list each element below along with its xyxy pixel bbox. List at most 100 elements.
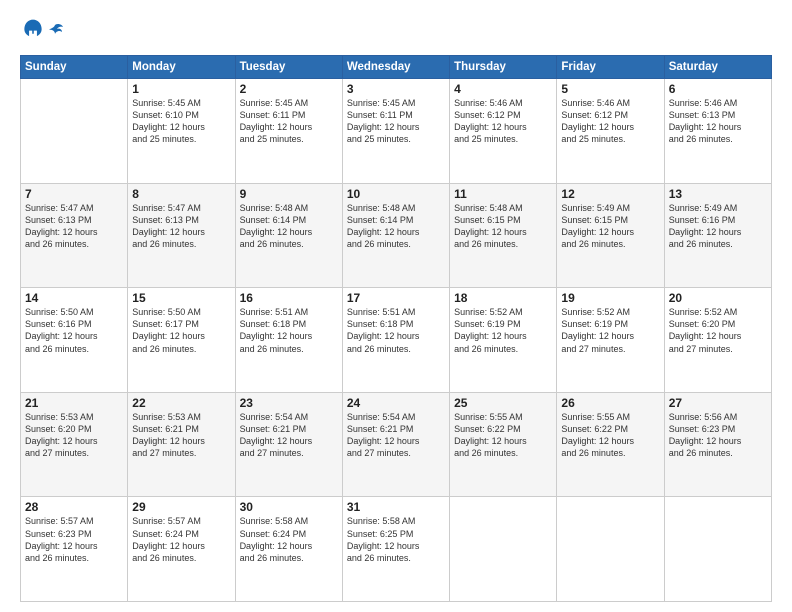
calendar-cell: 24Sunrise: 5:54 AM Sunset: 6:21 PM Dayli… <box>342 392 449 497</box>
calendar-cell: 3Sunrise: 5:45 AM Sunset: 6:11 PM Daylig… <box>342 79 449 184</box>
weekday-header-tuesday: Tuesday <box>235 56 342 79</box>
day-number: 7 <box>25 187 123 201</box>
day-number: 9 <box>240 187 338 201</box>
calendar-cell: 5Sunrise: 5:46 AM Sunset: 6:12 PM Daylig… <box>557 79 664 184</box>
calendar-cell: 15Sunrise: 5:50 AM Sunset: 6:17 PM Dayli… <box>128 288 235 393</box>
day-number: 29 <box>132 500 230 514</box>
calendar-week-3: 14Sunrise: 5:50 AM Sunset: 6:16 PM Dayli… <box>21 288 772 393</box>
calendar-cell: 9Sunrise: 5:48 AM Sunset: 6:14 PM Daylig… <box>235 183 342 288</box>
cell-info: Sunrise: 5:50 AM Sunset: 6:17 PM Dayligh… <box>132 306 230 355</box>
header <box>20 18 772 45</box>
calendar-week-1: 1Sunrise: 5:45 AM Sunset: 6:10 PM Daylig… <box>21 79 772 184</box>
cell-info: Sunrise: 5:54 AM Sunset: 6:21 PM Dayligh… <box>347 411 445 460</box>
weekday-header-monday: Monday <box>128 56 235 79</box>
day-number: 25 <box>454 396 552 410</box>
calendar-week-2: 7Sunrise: 5:47 AM Sunset: 6:13 PM Daylig… <box>21 183 772 288</box>
day-number: 8 <box>132 187 230 201</box>
day-number: 22 <box>132 396 230 410</box>
calendar-cell: 16Sunrise: 5:51 AM Sunset: 6:18 PM Dayli… <box>235 288 342 393</box>
calendar-cell: 21Sunrise: 5:53 AM Sunset: 6:20 PM Dayli… <box>21 392 128 497</box>
calendar-cell: 19Sunrise: 5:52 AM Sunset: 6:19 PM Dayli… <box>557 288 664 393</box>
calendar-cell: 17Sunrise: 5:51 AM Sunset: 6:18 PM Dayli… <box>342 288 449 393</box>
calendar-cell: 25Sunrise: 5:55 AM Sunset: 6:22 PM Dayli… <box>450 392 557 497</box>
cell-info: Sunrise: 5:48 AM Sunset: 6:14 PM Dayligh… <box>240 202 338 251</box>
cell-info: Sunrise: 5:57 AM Sunset: 6:24 PM Dayligh… <box>132 515 230 564</box>
cell-info: Sunrise: 5:52 AM Sunset: 6:19 PM Dayligh… <box>454 306 552 355</box>
cell-info: Sunrise: 5:45 AM Sunset: 6:10 PM Dayligh… <box>132 97 230 146</box>
day-number: 19 <box>561 291 659 305</box>
calendar-cell <box>21 79 128 184</box>
cell-info: Sunrise: 5:57 AM Sunset: 6:23 PM Dayligh… <box>25 515 123 564</box>
cell-info: Sunrise: 5:51 AM Sunset: 6:18 PM Dayligh… <box>240 306 338 355</box>
calendar-cell: 6Sunrise: 5:46 AM Sunset: 6:13 PM Daylig… <box>664 79 771 184</box>
calendar-cell: 31Sunrise: 5:58 AM Sunset: 6:25 PM Dayli… <box>342 497 449 602</box>
cell-info: Sunrise: 5:52 AM Sunset: 6:19 PM Dayligh… <box>561 306 659 355</box>
cell-info: Sunrise: 5:53 AM Sunset: 6:20 PM Dayligh… <box>25 411 123 460</box>
day-number: 16 <box>240 291 338 305</box>
calendar-cell: 7Sunrise: 5:47 AM Sunset: 6:13 PM Daylig… <box>21 183 128 288</box>
weekday-header-saturday: Saturday <box>664 56 771 79</box>
day-number: 17 <box>347 291 445 305</box>
cell-info: Sunrise: 5:53 AM Sunset: 6:21 PM Dayligh… <box>132 411 230 460</box>
calendar-cell <box>557 497 664 602</box>
day-number: 31 <box>347 500 445 514</box>
day-number: 24 <box>347 396 445 410</box>
cell-info: Sunrise: 5:47 AM Sunset: 6:13 PM Dayligh… <box>25 202 123 251</box>
cell-info: Sunrise: 5:47 AM Sunset: 6:13 PM Dayligh… <box>132 202 230 251</box>
day-number: 26 <box>561 396 659 410</box>
cell-info: Sunrise: 5:54 AM Sunset: 6:21 PM Dayligh… <box>240 411 338 460</box>
day-number: 3 <box>347 82 445 96</box>
cell-info: Sunrise: 5:50 AM Sunset: 6:16 PM Dayligh… <box>25 306 123 355</box>
calendar-cell: 28Sunrise: 5:57 AM Sunset: 6:23 PM Dayli… <box>21 497 128 602</box>
day-number: 10 <box>347 187 445 201</box>
cell-info: Sunrise: 5:46 AM Sunset: 6:13 PM Dayligh… <box>669 97 767 146</box>
cell-info: Sunrise: 5:56 AM Sunset: 6:23 PM Dayligh… <box>669 411 767 460</box>
cell-info: Sunrise: 5:49 AM Sunset: 6:15 PM Dayligh… <box>561 202 659 251</box>
day-number: 6 <box>669 82 767 96</box>
day-number: 30 <box>240 500 338 514</box>
day-number: 11 <box>454 187 552 201</box>
calendar-cell: 10Sunrise: 5:48 AM Sunset: 6:14 PM Dayli… <box>342 183 449 288</box>
calendar-cell: 4Sunrise: 5:46 AM Sunset: 6:12 PM Daylig… <box>450 79 557 184</box>
cell-info: Sunrise: 5:58 AM Sunset: 6:25 PM Dayligh… <box>347 515 445 564</box>
calendar-cell: 20Sunrise: 5:52 AM Sunset: 6:20 PM Dayli… <box>664 288 771 393</box>
day-number: 28 <box>25 500 123 514</box>
calendar-cell: 27Sunrise: 5:56 AM Sunset: 6:23 PM Dayli… <box>664 392 771 497</box>
calendar-cell: 1Sunrise: 5:45 AM Sunset: 6:10 PM Daylig… <box>128 79 235 184</box>
cell-info: Sunrise: 5:55 AM Sunset: 6:22 PM Dayligh… <box>561 411 659 460</box>
day-number: 13 <box>669 187 767 201</box>
calendar-cell: 14Sunrise: 5:50 AM Sunset: 6:16 PM Dayli… <box>21 288 128 393</box>
day-number: 12 <box>561 187 659 201</box>
calendar-cell: 13Sunrise: 5:49 AM Sunset: 6:16 PM Dayli… <box>664 183 771 288</box>
day-number: 20 <box>669 291 767 305</box>
calendar-week-5: 28Sunrise: 5:57 AM Sunset: 6:23 PM Dayli… <box>21 497 772 602</box>
cell-info: Sunrise: 5:48 AM Sunset: 6:14 PM Dayligh… <box>347 202 445 251</box>
day-number: 27 <box>669 396 767 410</box>
day-number: 4 <box>454 82 552 96</box>
calendar-week-4: 21Sunrise: 5:53 AM Sunset: 6:20 PM Dayli… <box>21 392 772 497</box>
cell-info: Sunrise: 5:45 AM Sunset: 6:11 PM Dayligh… <box>347 97 445 146</box>
cell-info: Sunrise: 5:58 AM Sunset: 6:24 PM Dayligh… <box>240 515 338 564</box>
day-number: 14 <box>25 291 123 305</box>
calendar-cell: 30Sunrise: 5:58 AM Sunset: 6:24 PM Dayli… <box>235 497 342 602</box>
weekday-header-thursday: Thursday <box>450 56 557 79</box>
day-number: 15 <box>132 291 230 305</box>
day-number: 1 <box>132 82 230 96</box>
cell-info: Sunrise: 5:46 AM Sunset: 6:12 PM Dayligh… <box>454 97 552 146</box>
weekday-header-sunday: Sunday <box>21 56 128 79</box>
cell-info: Sunrise: 5:46 AM Sunset: 6:12 PM Dayligh… <box>561 97 659 146</box>
day-number: 18 <box>454 291 552 305</box>
weekday-header-wednesday: Wednesday <box>342 56 449 79</box>
cell-info: Sunrise: 5:55 AM Sunset: 6:22 PM Dayligh… <box>454 411 552 460</box>
calendar-cell <box>664 497 771 602</box>
calendar-cell: 11Sunrise: 5:48 AM Sunset: 6:15 PM Dayli… <box>450 183 557 288</box>
calendar-cell: 29Sunrise: 5:57 AM Sunset: 6:24 PM Dayli… <box>128 497 235 602</box>
cell-info: Sunrise: 5:45 AM Sunset: 6:11 PM Dayligh… <box>240 97 338 146</box>
page: SundayMondayTuesdayWednesdayThursdayFrid… <box>0 0 792 612</box>
calendar-cell: 22Sunrise: 5:53 AM Sunset: 6:21 PM Dayli… <box>128 392 235 497</box>
day-number: 21 <box>25 396 123 410</box>
cell-info: Sunrise: 5:52 AM Sunset: 6:20 PM Dayligh… <box>669 306 767 355</box>
calendar-cell: 12Sunrise: 5:49 AM Sunset: 6:15 PM Dayli… <box>557 183 664 288</box>
calendar-table: SundayMondayTuesdayWednesdayThursdayFrid… <box>20 55 772 602</box>
calendar-header-row: SundayMondayTuesdayWednesdayThursdayFrid… <box>21 56 772 79</box>
